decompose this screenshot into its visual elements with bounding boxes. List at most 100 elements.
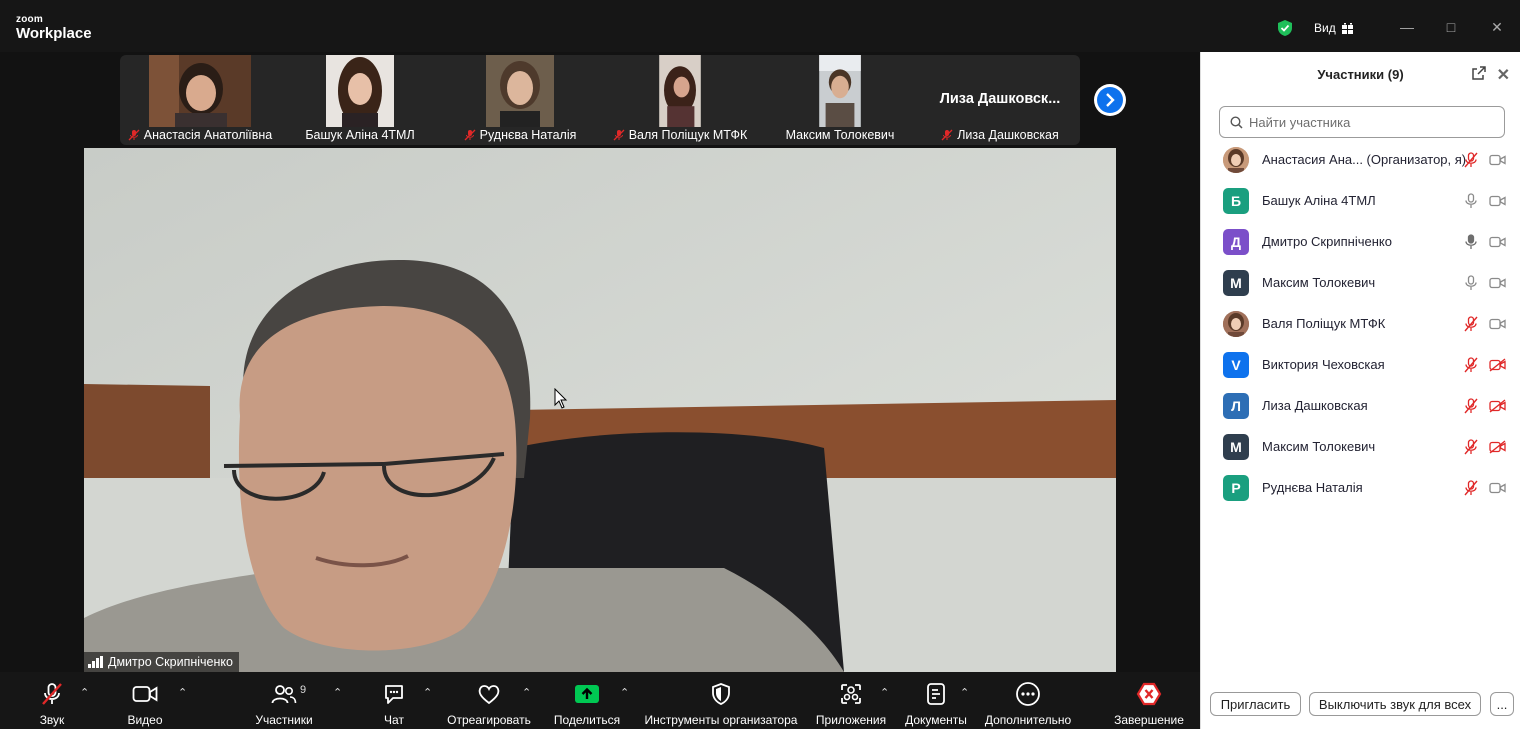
mic-muted-icon[interactable] [1463,356,1479,374]
chat-label: Чат [384,713,404,727]
participant-row[interactable]: Д Дмитро Скрипніченко [1201,221,1520,262]
meeting-toolbar: Звук ⌃ Видео ⌃ Участники 9 ⌃ Чат ⌃ Отреа… [0,672,1200,729]
participants-icon [271,682,297,706]
gallery-tile[interactable]: Валя Поліщук МТФК [600,55,760,145]
participant-video [819,55,861,127]
share-options-caret-icon[interactable]: ⌃ [620,686,629,699]
video-camera-icon[interactable] [1488,479,1506,497]
participant-row[interactable]: Л Лиза Дашковская [1201,385,1520,426]
next-page-button[interactable] [1094,84,1126,116]
participant-row[interactable]: Валя Поліщук МТФК [1201,303,1520,344]
gallery-tile[interactable]: Анастасія Анатоліївна [120,55,280,145]
react-button[interactable]: Отреагировать [446,672,532,729]
video-off-icon[interactable] [1488,438,1506,456]
view-button[interactable]: Вид [1306,17,1362,39]
speaker-name: Дмитро Скрипніченко [108,655,233,669]
mic-muted-icon[interactable] [1463,479,1479,497]
more-panel-options-button[interactable]: ... [1490,692,1514,716]
maximize-icon[interactable]: □ [1440,16,1462,38]
gallery-tile[interactable]: Башук Аліна 4ТМЛ [280,55,440,145]
participants-label: Участники [255,713,313,727]
search-icon [1230,115,1243,129]
minimize-icon[interactable]: — [1396,16,1418,38]
participant-row[interactable]: Р Руднєва Наталія [1201,467,1520,508]
gallery-tile[interactable]: Руднєва Наталія [440,55,600,145]
video-camera-icon[interactable] [1488,315,1506,333]
share-screen-button[interactable]: Поделиться [552,672,622,729]
video-camera-icon[interactable] [1488,151,1506,169]
react-options-caret-icon[interactable]: ⌃ [522,686,531,699]
audio-button[interactable]: Звук [32,672,72,729]
tile-name: Максим Толокевич [785,128,895,142]
apps-options-caret-icon[interactable]: ⌃ [880,686,889,699]
avatar: Д [1223,228,1249,255]
participant-video [326,55,394,127]
search-input[interactable] [1249,114,1489,130]
video-camera-icon[interactable] [1488,233,1506,251]
video-camera-icon[interactable] [1488,274,1506,292]
host-tools-button[interactable]: Инструменты организатора [642,672,800,729]
video-off-icon[interactable] [1488,397,1506,415]
microphone-icon[interactable] [1463,233,1479,251]
participant-name: Руднєва Наталія [1262,480,1363,495]
avatar [1223,310,1249,337]
documents-button[interactable]: Документы [902,672,970,729]
gallery-tile[interactable]: Максим Толокевич [760,55,920,145]
close-panel-icon[interactable]: ✕ [1497,65,1510,85]
close-window-icon[interactable]: ✕ [1486,16,1508,38]
video-button[interactable]: Видео [120,672,170,729]
popout-icon[interactable] [1472,66,1486,80]
video-options-caret-icon[interactable]: ⌃ [178,686,187,699]
audio-options-caret-icon[interactable]: ⌃ [80,686,89,699]
participant-row[interactable]: М Максим Толокевич [1201,426,1520,467]
react-label: Отреагировать [447,713,531,727]
more-button[interactable]: Дополнительно [982,672,1074,729]
participants-count: 9 [300,684,307,696]
participants-button[interactable]: Участники [252,672,316,729]
apps-button[interactable]: Приложения [814,672,888,729]
participant-row[interactable]: Анастасия Ана... (Организатор, я) [1201,139,1520,180]
panel-header: Участники (9) ✕ [1201,52,1520,96]
documents-options-caret-icon[interactable]: ⌃ [960,686,969,699]
avatar: Р [1223,474,1249,501]
mic-muted-icon[interactable] [1463,397,1479,415]
participant-row[interactable]: Б Башук Аліна 4ТМЛ [1201,180,1520,221]
mic-muted-icon [40,682,64,706]
mic-muted-icon [941,129,953,141]
end-call-icon [1136,682,1162,706]
microphone-icon[interactable] [1463,274,1479,292]
participant-row[interactable]: V Виктория Чеховская [1201,344,1520,385]
chat-options-caret-icon[interactable]: ⌃ [423,686,432,699]
encryption-shield-icon[interactable] [1276,19,1294,37]
microphone-icon[interactable] [1463,192,1479,210]
panel-title: Участники (9) [1317,66,1404,82]
title-bar: zoom Workplace Вид — □ ✕ [0,0,1520,52]
end-meeting-button[interactable]: Завершение [1112,672,1186,729]
tile-big-name: Лиза Дашковск... [939,91,1061,107]
video-off-icon[interactable] [1488,356,1506,374]
view-label: Вид [1314,21,1336,35]
chevron-right-icon [1097,87,1123,113]
participant-name: Валя Поліщук МТФК [1262,316,1386,331]
avatar: М [1223,433,1249,460]
participant-row[interactable]: М Максим Толокевич [1201,262,1520,303]
chat-button[interactable]: Чат [376,672,412,729]
video-camera-icon[interactable] [1488,192,1506,210]
mic-muted-icon[interactable] [1463,438,1479,456]
participant-video [149,55,251,127]
security-shield-icon [710,682,732,706]
invite-button[interactable]: Пригласить [1210,692,1301,716]
participants-options-caret-icon[interactable]: ⌃ [333,686,342,699]
mute-all-button[interactable]: Выключить звук для всех [1309,692,1481,716]
apps-icon [839,682,863,706]
more-label: Дополнительно [984,713,1072,727]
mic-muted-icon[interactable] [1463,315,1479,333]
gallery-tile[interactable]: Лиза Дашковск... Лиза Дашковская [920,55,1080,145]
tile-nameplate: Башук Аліна 4ТМЛ [280,125,440,145]
tile-nameplate: Максим Толокевич [760,125,920,145]
documents-label: Документы [905,713,967,727]
grid-view-icon [1341,22,1353,34]
chat-bubble-icon [382,682,406,706]
participant-search[interactable] [1219,106,1505,138]
mic-muted-icon[interactable] [1463,151,1479,169]
